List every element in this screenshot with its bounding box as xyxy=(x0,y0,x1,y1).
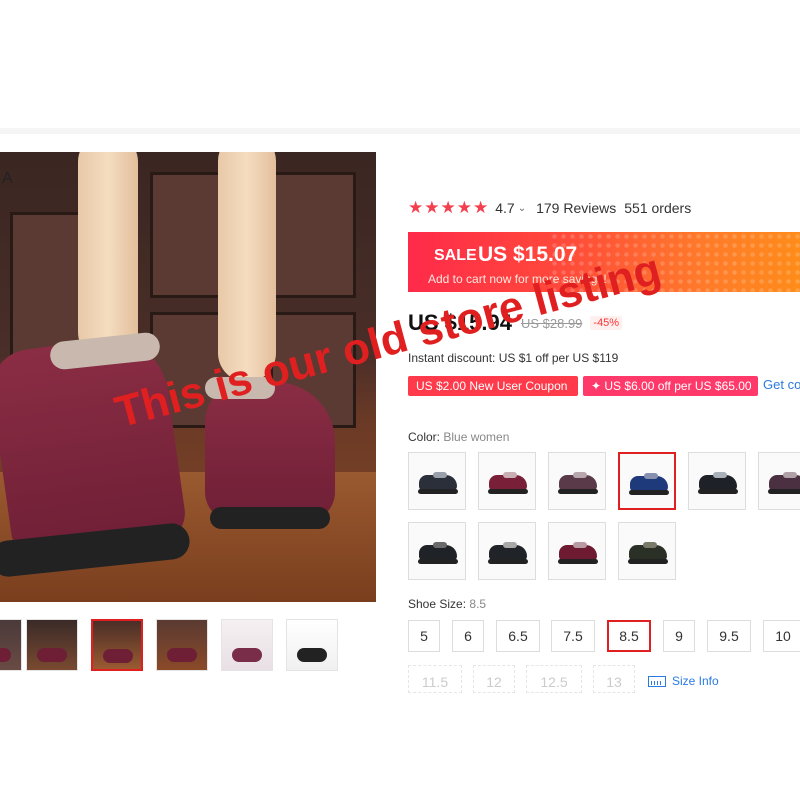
swatch-fur xyxy=(503,472,517,478)
swatch-sole xyxy=(558,559,598,564)
thumbnail-shoe xyxy=(167,648,197,662)
thumbnail-shoe xyxy=(0,648,11,662)
instant-discount: Instant discount: US $1 off per US $119 xyxy=(408,351,619,365)
swatch-sole xyxy=(418,489,458,494)
color-swatch-black-men[interactable] xyxy=(408,522,466,580)
swatch-fur xyxy=(644,473,658,479)
size-option[interactable]: 9 xyxy=(663,620,695,652)
color-swatch-black-women[interactable] xyxy=(688,452,746,510)
color-swatch-blue-women[interactable] xyxy=(618,452,676,510)
boot-right xyxy=(205,382,335,522)
color-swatch-army-green-men[interactable] xyxy=(618,522,676,580)
star-icon: ★ xyxy=(456,198,472,217)
swatch-fur xyxy=(573,472,587,478)
size-option-unavailable: 13 xyxy=(593,665,635,693)
boot-sole xyxy=(210,507,330,529)
swatch-fur xyxy=(643,542,657,548)
sale-label: SALE xyxy=(434,247,477,264)
swatch-fur xyxy=(713,472,727,478)
size-option-unavailable: 11.5 xyxy=(408,665,462,693)
reviews-link[interactable]: 179 Reviews xyxy=(536,200,616,216)
header-divider xyxy=(0,128,800,134)
sale-subtext: Add to cart now for more savings! xyxy=(428,272,607,286)
size-label-text: Shoe Size: xyxy=(408,597,467,611)
swatch-sole xyxy=(488,489,528,494)
star-icon: ★ xyxy=(408,198,424,217)
size-option[interactable]: 7.5 xyxy=(551,620,595,652)
swatch-fur xyxy=(433,542,447,548)
color-swatch-purple-2-women[interactable] xyxy=(758,452,800,510)
thumbnail-shoe xyxy=(103,649,133,663)
current-price: US $15.94 xyxy=(408,310,512,335)
leg xyxy=(78,152,138,362)
thumbnail-shoe xyxy=(297,648,327,662)
color-label-text: Color: xyxy=(408,430,441,444)
corner-label: A xyxy=(2,170,13,187)
size-option[interactable]: 5 xyxy=(408,620,440,652)
gallery-thumbnail[interactable] xyxy=(286,619,338,671)
size-option-unavailable: 12.5 xyxy=(526,665,582,693)
size-label: Shoe Size: 8.5 xyxy=(408,597,486,611)
gallery-thumbnail[interactable] xyxy=(221,619,273,671)
discount-badge: -45% xyxy=(590,316,623,330)
orders-count: 551 orders xyxy=(624,200,692,216)
star-icon: ★ xyxy=(424,198,440,217)
price-row: US $15.94 US $28.99 -45% xyxy=(408,310,623,336)
swatch-sole xyxy=(558,489,598,494)
gallery-thumbnail[interactable] xyxy=(156,619,208,671)
main-product-image[interactable] xyxy=(0,152,376,602)
store-coupon[interactable]: ✦ US $6.00 off per US $65.00 xyxy=(583,376,758,396)
color-swatch-purple-women[interactable] xyxy=(548,452,606,510)
thumbnail-shoe xyxy=(37,648,67,662)
star-icon: ★ xyxy=(473,198,489,217)
sale-banner: SALE US $15.07 Add to cart now for more … xyxy=(408,232,800,292)
color-value: Blue women xyxy=(443,430,510,444)
swatch-sole xyxy=(488,559,528,564)
size-option[interactable]: 8.5 xyxy=(607,620,651,652)
color-label: Color: Blue women xyxy=(408,430,509,444)
size-option[interactable]: 9.5 xyxy=(707,620,751,652)
star-icon: ★ xyxy=(440,198,456,217)
swatch-fur xyxy=(433,472,447,478)
chevron-down-icon[interactable]: ⌄ xyxy=(518,203,526,214)
swatch-sole xyxy=(629,490,669,495)
swatch-sole xyxy=(418,559,458,564)
sale-price: US $15.07 xyxy=(478,243,578,266)
size-info-text[interactable]: Size Info xyxy=(672,674,719,688)
color-swatch-wine-red-2-women[interactable] xyxy=(548,522,606,580)
leg xyxy=(218,152,276,382)
gallery-thumbnail[interactable] xyxy=(26,619,78,671)
ruler-icon xyxy=(648,675,666,687)
rating-score[interactable]: 4.7 xyxy=(495,200,514,216)
size-option[interactable]: 6.5 xyxy=(496,620,540,652)
swatch-sole xyxy=(628,559,668,564)
new-user-coupon[interactable]: US $2.00 New User Coupon xyxy=(408,376,578,396)
boot-fur xyxy=(205,377,275,399)
rating-row: ★★★★★ 4.7 ⌄ 179 Reviews 551 orders xyxy=(408,198,691,218)
size-option[interactable]: 10 xyxy=(763,620,800,652)
swatch-fur xyxy=(503,542,517,548)
size-value: 8.5 xyxy=(469,597,487,611)
size-option-unavailable: 12 xyxy=(473,665,515,693)
size-option[interactable]: 6 xyxy=(452,620,484,652)
star-rating: ★★★★★ xyxy=(408,198,489,218)
color-swatch-wine-red-women[interactable] xyxy=(478,452,536,510)
color-swatch-black-grey-women[interactable] xyxy=(408,452,466,510)
gallery-thumbnail[interactable] xyxy=(91,619,143,671)
swatch-sole xyxy=(768,489,800,494)
thumbnail-shoe xyxy=(232,648,262,662)
background-cabinet-panel xyxy=(270,172,356,298)
size-info-link[interactable]: Size Info xyxy=(648,674,719,688)
swatch-sole xyxy=(698,489,738,494)
swatch-fur xyxy=(573,542,587,548)
original-price: US $28.99 xyxy=(520,315,583,331)
color-swatch-black-2-men[interactable] xyxy=(478,522,536,580)
swatch-fur xyxy=(783,472,797,478)
get-coupons-link[interactable]: Get co xyxy=(763,377,800,392)
gallery-thumbnail[interactable] xyxy=(0,619,22,671)
